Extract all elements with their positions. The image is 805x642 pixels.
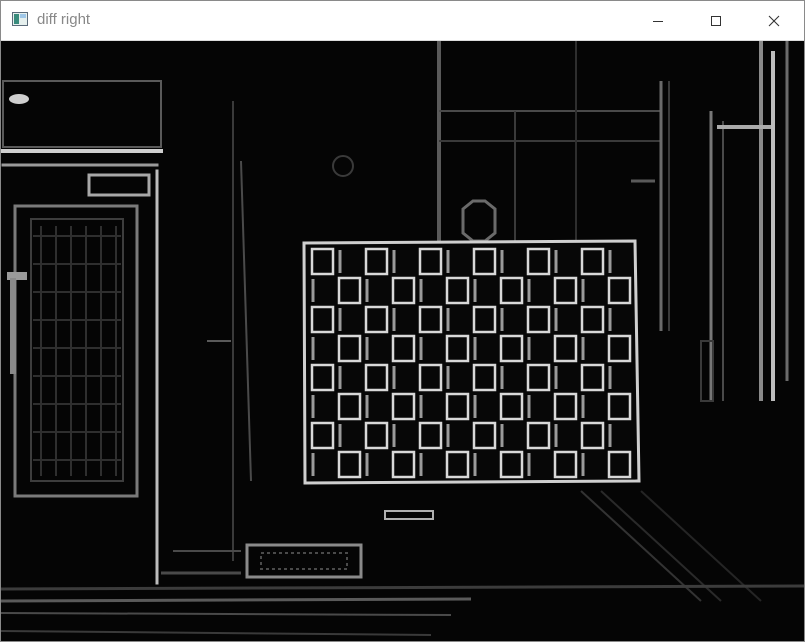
minimize-button[interactable]: [629, 1, 687, 40]
image-viewport[interactable]: [1, 41, 804, 641]
maximize-button[interactable]: [687, 1, 745, 40]
minimize-icon: [653, 20, 663, 22]
app-window: diff right: [0, 0, 805, 642]
close-icon: [768, 15, 780, 26]
window-title: diff right: [37, 11, 91, 28]
calibration-checkerboard: [302, 239, 641, 485]
app-icon: [12, 12, 28, 26]
title-bar[interactable]: diff right: [1, 1, 804, 41]
close-button[interactable]: [745, 1, 803, 40]
maximize-icon: [711, 15, 721, 26]
edge-difference-image: [1, 41, 804, 641]
